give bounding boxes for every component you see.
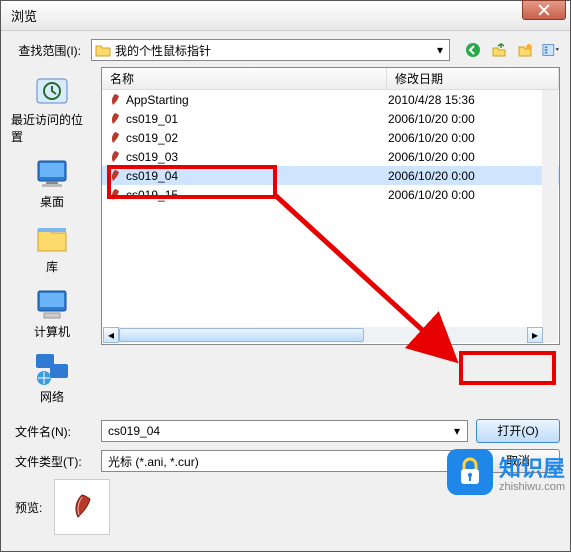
place-label: 网络 — [40, 388, 64, 405]
cursor-file-icon — [108, 131, 122, 145]
file-row[interactable]: cs019_042006/10/20 0:00 — [102, 166, 559, 185]
column-header-date[interactable]: 修改日期 — [387, 68, 559, 89]
lookin-combo[interactable]: 我的个性鼠标指针 ▾ — [91, 39, 450, 61]
cursor-file-icon — [108, 112, 122, 126]
watermark: 知识屋 zhishiwu.com — [447, 449, 565, 495]
place-label: 计算机 — [34, 323, 70, 340]
place-network[interactable]: 网络 — [32, 348, 72, 409]
cursor-file-icon — [108, 169, 122, 183]
vertical-scrollbar[interactable] — [542, 90, 558, 343]
scroll-right-icon[interactable]: ▸ — [527, 327, 543, 343]
file-name: AppStarting — [126, 93, 388, 107]
preview-box — [54, 479, 110, 535]
close-icon — [538, 4, 550, 16]
cursor-file-icon — [108, 188, 122, 202]
computer-icon — [32, 287, 72, 321]
titlebar[interactable]: 浏览 — [1, 1, 570, 31]
file-name: cs019_04 — [126, 169, 388, 183]
horizontal-scrollbar[interactable]: ◂ ▸ — [103, 327, 543, 343]
file-date: 2006/10/20 0:00 — [388, 150, 559, 164]
recent-icon — [32, 75, 72, 109]
filetype-value: 光标 (*.ani, *.cur) — [108, 453, 199, 470]
place-library[interactable]: 库 — [32, 218, 72, 279]
file-date: 2010/4/28 15:36 — [388, 93, 559, 107]
dialog-title: 浏览 — [11, 6, 37, 25]
up-icon[interactable] — [490, 41, 508, 59]
back-icon[interactable] — [464, 41, 482, 59]
view-menu-icon[interactable] — [542, 41, 560, 59]
file-row[interactable]: cs019_032006/10/20 0:00 — [102, 147, 559, 166]
folder-icon — [95, 43, 111, 57]
place-recent[interactable]: 最近访问的位置 — [11, 71, 93, 149]
lock-icon — [447, 449, 493, 495]
file-date: 2006/10/20 0:00 — [388, 188, 559, 202]
file-date: 2006/10/20 0:00 — [388, 169, 559, 183]
preview-label: 预览: — [15, 499, 42, 516]
place-computer[interactable]: 计算机 — [32, 283, 72, 344]
file-list[interactable]: AppStarting2010/4/28 15:36cs019_012006/1… — [102, 90, 559, 344]
file-name: cs019_02 — [126, 131, 388, 145]
filename-label: 文件名(N): — [11, 423, 93, 440]
filename-value: cs019_04 — [108, 424, 160, 438]
file-row[interactable]: cs019_022006/10/20 0:00 — [102, 128, 559, 147]
file-date: 2006/10/20 0:00 — [388, 112, 559, 126]
open-button[interactable]: 打开(O) — [476, 419, 560, 443]
new-folder-icon[interactable] — [516, 41, 534, 59]
watermark-brand: 知识屋 — [499, 451, 565, 483]
chevron-down-icon: ▾ — [449, 423, 465, 439]
watermark-url: zhishiwu.com — [499, 481, 565, 493]
place-label: 桌面 — [40, 193, 64, 210]
close-button[interactable] — [522, 0, 566, 20]
filetype-label: 文件类型(T): — [11, 453, 93, 470]
cursor-file-icon — [108, 150, 122, 164]
lookin-value: 我的个性鼠标指针 — [115, 42, 211, 59]
file-date: 2006/10/20 0:00 — [388, 131, 559, 145]
toolbar-nav — [456, 41, 560, 59]
cursor-file-icon — [108, 93, 122, 107]
file-list-header: 名称 修改日期 — [102, 68, 559, 90]
file-name: cs019_01 — [126, 112, 388, 126]
lookin-label: 查找范围(I): — [11, 42, 85, 59]
column-header-name[interactable]: 名称 — [102, 68, 387, 89]
file-row[interactable]: cs019_152006/10/20 0:00 — [102, 185, 559, 204]
places-bar: 最近访问的位置 桌面 库 计算机 网络 — [11, 67, 93, 409]
scroll-left-icon[interactable]: ◂ — [103, 327, 119, 343]
file-name: cs019_03 — [126, 150, 388, 164]
network-icon — [32, 352, 72, 386]
chevron-down-icon: ▾ — [432, 41, 448, 59]
file-row[interactable]: AppStarting2010/4/28 15:36 — [102, 90, 559, 109]
filename-input[interactable]: cs019_04 ▾ — [101, 420, 468, 442]
cursor-preview-icon — [66, 491, 98, 523]
file-row[interactable]: cs019_012006/10/20 0:00 — [102, 109, 559, 128]
library-icon — [32, 222, 72, 256]
file-name: cs019_15 — [126, 188, 388, 202]
desktop-icon — [32, 157, 72, 191]
file-list-panel: 名称 修改日期 AppStarting2010/4/28 15:36cs019_… — [101, 67, 560, 345]
place-label: 库 — [46, 258, 58, 275]
scroll-thumb[interactable] — [119, 328, 364, 342]
filetype-select[interactable]: 光标 (*.ani, *.cur) ▾ — [101, 450, 468, 472]
place-desktop[interactable]: 桌面 — [32, 153, 72, 214]
place-label: 最近访问的位置 — [11, 111, 93, 145]
